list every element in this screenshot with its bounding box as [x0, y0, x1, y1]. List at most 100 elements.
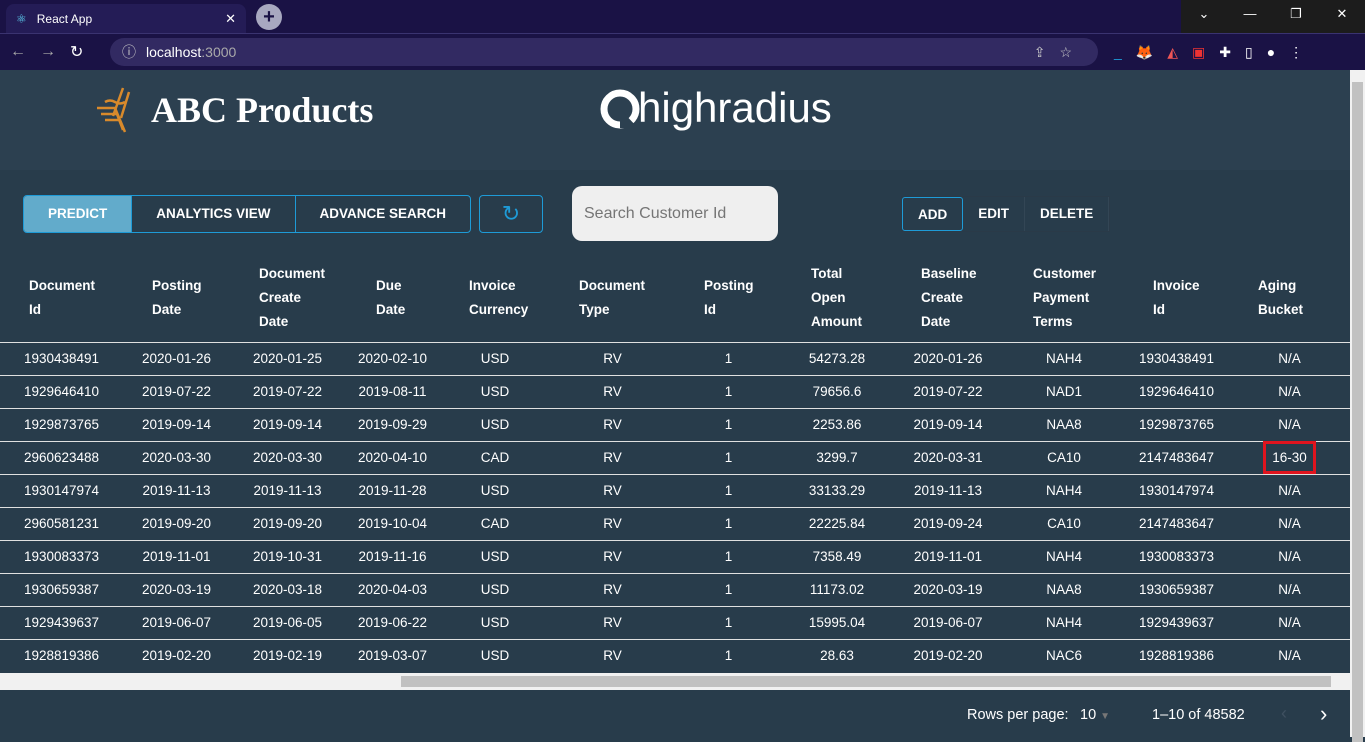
- table-cell: NAH4: [1004, 539, 1124, 573]
- column-header[interactable]: Invoice Id: [1124, 258, 1229, 342]
- column-header[interactable]: Customer Payment Terms: [1004, 258, 1124, 342]
- table-cell: USD: [440, 341, 550, 375]
- extension-icon[interactable]: ▣: [1192, 44, 1205, 61]
- table-cell: 1: [675, 638, 782, 672]
- table-row[interactable]: 1930438491 2020-01-26 2020-01-25 2020-02-10…: [0, 341, 1350, 375]
- cell-value: NAA8: [1046, 417, 1082, 432]
- cell-value: 1: [724, 648, 733, 664]
- column-header[interactable]: Document Type: [550, 258, 675, 342]
- highradius-logo: highradius: [598, 84, 832, 132]
- column-header-line: Id: [704, 301, 716, 317]
- bookmark-star-icon[interactable]: ☆: [1059, 44, 1086, 60]
- search-customer-input[interactable]: [572, 186, 778, 241]
- avatar[interactable]: ●: [1267, 44, 1275, 61]
- scroll-thumb[interactable]: [401, 676, 1331, 687]
- extension-icon[interactable]: _: [1114, 44, 1122, 61]
- predict-button[interactable]: PREDICT: [24, 196, 133, 232]
- browser-tab[interactable]: ⚛ React App ✕: [6, 4, 246, 33]
- column-header-line: Date: [921, 313, 951, 329]
- sidepanel-icon[interactable]: ▯: [1245, 44, 1253, 61]
- column-header[interactable]: Posting Id: [675, 258, 782, 342]
- cell-value: 1930438491: [23, 351, 100, 366]
- table-cell: 1928819386: [1124, 638, 1229, 672]
- horizontal-scrollbar[interactable]: [0, 673, 1350, 690]
- cell-value: 2019-02-20: [913, 648, 983, 664]
- table-row[interactable]: 1930659387 2020-03-19 2020-03-18 2020-04-03…: [0, 572, 1350, 606]
- scroll-thumb[interactable]: [1352, 82, 1363, 742]
- edit-button[interactable]: EDIT: [963, 197, 1026, 231]
- column-header[interactable]: Document Create Date: [230, 258, 345, 342]
- column-header-line: Terms: [1033, 313, 1073, 329]
- table-cell: 28.63: [782, 638, 892, 672]
- table-cell: N/A: [1229, 506, 1350, 540]
- table-row[interactable]: 1928819386 2019-02-20 2019-02-19 2019-03-07…: [0, 638, 1350, 672]
- column-header[interactable]: Due Date: [345, 258, 440, 342]
- column-header-line: Create: [259, 289, 302, 305]
- table-cell: 1929439637: [1124, 605, 1229, 639]
- menu-icon[interactable]: ⋮: [1289, 44, 1303, 61]
- prev-page-button[interactable]: ‹: [1281, 703, 1287, 724]
- close-window-icon[interactable]: ✕: [1319, 0, 1365, 33]
- table-cell: 2019-06-05: [230, 605, 345, 639]
- advance-search-button[interactable]: ADVANCE SEARCH: [296, 196, 471, 232]
- table-row[interactable]: 1929439637 2019-06-07 2019-06-05 2019-06-22…: [0, 605, 1350, 639]
- column-header[interactable]: Baseline Create Date: [892, 258, 1004, 342]
- back-icon[interactable]: ←: [10, 43, 40, 61]
- table-cell: 2019-11-13: [123, 473, 230, 507]
- cell-value: 1930083373: [23, 549, 100, 564]
- cell-value: 2019-10-04: [357, 516, 428, 531]
- address-bar[interactable]: ⓘ localhost:3000 ⇪☆: [110, 38, 1098, 66]
- vertical-scrollbar[interactable]: [1350, 70, 1365, 742]
- table-row[interactable]: 1930083373 2019-11-01 2019-10-31 2019-11-16…: [0, 539, 1350, 573]
- rows-per-page-value: 10: [1080, 707, 1097, 723]
- app-header: ABC Products highradius: [0, 70, 1350, 170]
- column-header-line: Currency: [469, 301, 529, 317]
- column-header-line: Document: [579, 277, 646, 293]
- forward-icon[interactable]: →: [40, 43, 70, 61]
- table-cell: 2019-09-20: [230, 506, 345, 540]
- share-icon[interactable]: ⇪: [1034, 44, 1060, 60]
- cell-value: 1930659387: [23, 582, 100, 597]
- table-cell: 2019-11-16: [345, 539, 440, 573]
- column-header[interactable]: Total Open Amount: [782, 258, 892, 342]
- rows-per-page-select[interactable]: 10 ▼: [1080, 707, 1110, 723]
- table-row[interactable]: 1929646410 2019-07-22 2019-07-22 2019-08-11…: [0, 374, 1350, 408]
- restore-icon[interactable]: ❐: [1273, 0, 1319, 33]
- table-cell: N/A: [1229, 407, 1350, 441]
- tab-search-icon[interactable]: ⌄: [1181, 0, 1227, 33]
- cell-value: 2019-07-22: [913, 384, 983, 399]
- extension-icon[interactable]: ◭: [1167, 44, 1178, 61]
- column-header[interactable]: Posting Date: [123, 258, 230, 342]
- cell-value: 2019-09-14: [141, 417, 212, 432]
- column-header[interactable]: Invoice Currency: [440, 258, 550, 342]
- table-cell: 2019-09-14: [123, 407, 230, 441]
- reload-icon[interactable]: ↻: [70, 42, 100, 62]
- refresh-button[interactable]: ↻: [479, 195, 543, 233]
- add-button[interactable]: ADD: [902, 197, 964, 231]
- delete-button[interactable]: DELETE: [1025, 197, 1110, 231]
- column-header[interactable]: Document Id: [0, 258, 123, 342]
- puzzle-icon[interactable]: ✚: [1219, 44, 1231, 61]
- metamask-icon[interactable]: 🦊: [1136, 44, 1153, 61]
- column-header[interactable]: Aging Bucket: [1229, 258, 1350, 342]
- new-tab-button[interactable]: +: [256, 4, 282, 30]
- table-row[interactable]: 1929873765 2019-09-14 2019-09-14 2019-09-29…: [0, 407, 1350, 441]
- next-page-button[interactable]: ›: [1320, 701, 1327, 727]
- table-cell: RV: [550, 374, 675, 408]
- table-cell: N/A: [1229, 638, 1350, 672]
- cell-value: 2019-11-01: [913, 549, 983, 564]
- cell-value: 2020-03-19: [141, 582, 212, 597]
- table-row[interactable]: 1930147974 2019-11-13 2019-11-13 2019-11-28…: [0, 473, 1350, 507]
- table-cell: 1930659387: [1124, 572, 1229, 606]
- partner-logo-text: highradius: [638, 84, 832, 131]
- column-header-line: Create: [921, 289, 964, 305]
- cell-value: N/A: [1278, 549, 1301, 564]
- cell-value: USD: [480, 417, 510, 432]
- cell-value: NAC6: [1045, 648, 1082, 664]
- minimize-icon[interactable]: —: [1227, 0, 1273, 33]
- table-row[interactable]: 2960581231 2019-09-20 2019-09-20 2019-10-04…: [0, 506, 1350, 540]
- close-tab-icon[interactable]: ✕: [225, 11, 236, 27]
- table-row[interactable]: 2960623488 2020-03-30 2020-03-30 2020-04-10…: [0, 440, 1350, 474]
- table-cell: USD: [440, 374, 550, 408]
- analytics-view-button[interactable]: ANALYTICS VIEW: [132, 196, 296, 232]
